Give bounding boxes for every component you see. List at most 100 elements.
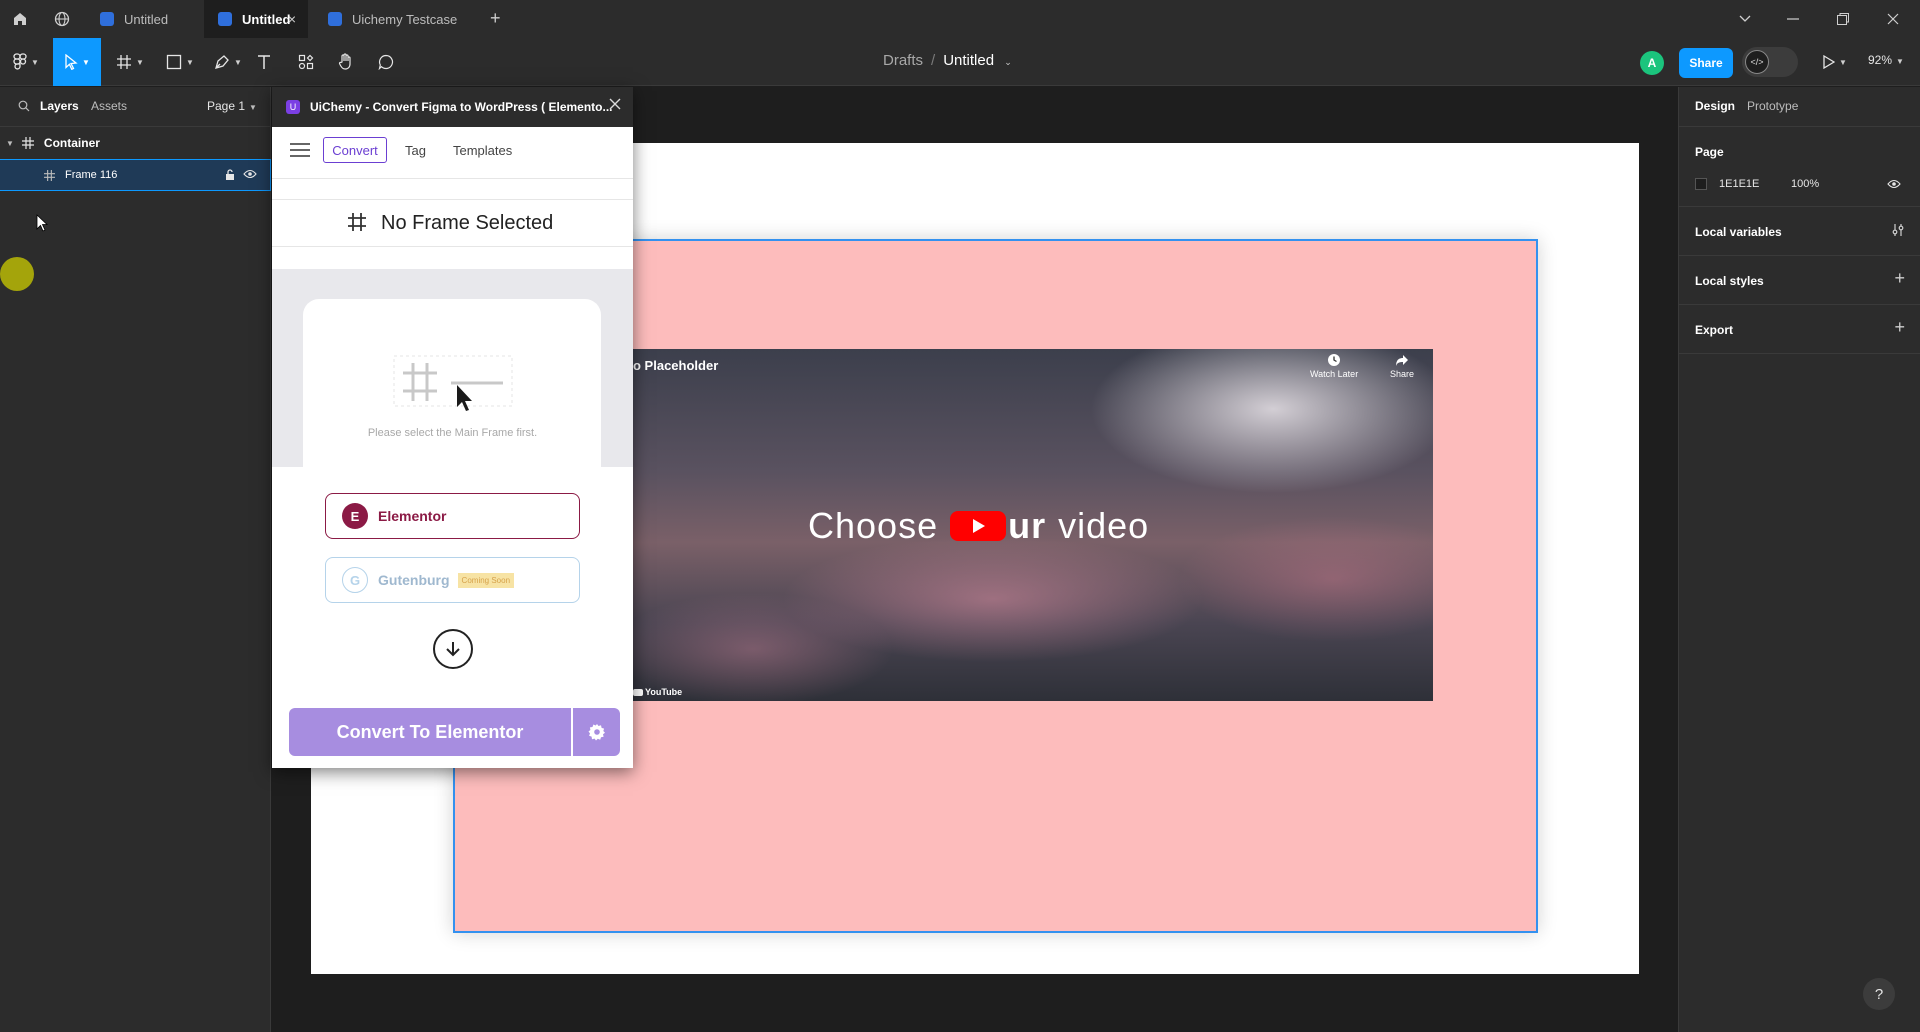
tab-label: Untitled [242, 11, 291, 27]
tab-uichemy-testcase[interactable]: Uichemy Testcase [314, 0, 484, 38]
left-panel-tabs: Layers Assets Page 1 ▼ [0, 87, 271, 127]
eye-icon[interactable] [243, 169, 257, 179]
youtube-video-embed[interactable]: o Placeholder Watch Later Share Choose u… [633, 349, 1433, 701]
new-tab-button[interactable]: + [490, 8, 501, 29]
tab-layers[interactable]: Layers [40, 99, 79, 113]
variables-icon[interactable] [1891, 223, 1905, 237]
local-variables-section[interactable]: Local variables [1679, 207, 1920, 256]
text-icon [258, 55, 270, 69]
tab-tag[interactable]: Tag [405, 143, 426, 158]
add-export-icon[interactable]: + [1894, 317, 1905, 338]
placeholder-text: Please select the Main Frame first. [367, 427, 538, 439]
gear-icon [588, 724, 605, 741]
page-color-swatch[interactable] [1695, 178, 1707, 190]
tab-templates[interactable]: Templates [453, 143, 512, 158]
globe-icon[interactable] [52, 9, 72, 29]
layer-name: Container [43, 136, 100, 150]
page-selector-label: Page 1 [207, 99, 246, 113]
tab-design[interactable]: Design [1695, 99, 1735, 113]
clock-icon [1328, 354, 1341, 366]
page-section: Page 1E1E1E 100% [1679, 127, 1920, 207]
chevron-down-icon[interactable]: ⌄ [1004, 57, 1012, 67]
pen-tool-button[interactable]: ▼ [208, 38, 248, 86]
coming-soon-badge: Coming Soon [457, 572, 515, 588]
frame-tool-button[interactable]: ▼ [110, 38, 150, 86]
frame-hash-icon [347, 212, 367, 232]
code-icon: </> [1745, 50, 1769, 74]
page-opacity-value[interactable]: 100% [1791, 178, 1819, 190]
plugin-settings-button[interactable] [573, 708, 620, 756]
headline-left: Choose [808, 505, 939, 546]
play-icon [1823, 55, 1836, 69]
hand-icon [338, 53, 351, 70]
convert-to-elementor-button[interactable]: Convert To Elementor [289, 708, 571, 756]
youtube-brand[interactable]: YouTube [633, 687, 682, 697]
share-label: Share [1390, 369, 1415, 379]
comment-icon [378, 54, 394, 70]
video-share-button[interactable]: Share [1390, 353, 1414, 379]
page-color-value[interactable]: 1E1E1E [1719, 178, 1759, 190]
hamburger-menu-icon[interactable] [290, 143, 310, 157]
youtube-brand-label: YouTube [645, 687, 683, 697]
expand-caret-icon[interactable]: ▼ [6, 139, 14, 148]
tab-convert[interactable]: Convert [323, 137, 387, 163]
shape-tool-button[interactable]: ▼ [160, 38, 200, 86]
page-selector[interactable]: Page 1 ▼ [207, 99, 257, 113]
scroll-down-button[interactable] [433, 629, 473, 669]
frame-icon [44, 169, 55, 181]
frame-status-text: No Frame Selected [381, 212, 554, 234]
local-styles-section[interactable]: Local styles + [1679, 256, 1920, 305]
add-style-icon[interactable]: + [1894, 268, 1905, 289]
gutenburg-button[interactable]: G Gutenburg Coming Soon [325, 557, 580, 603]
local-variables-label: Local variables [1695, 225, 1782, 239]
watch-later-label: Watch Later [1310, 369, 1359, 379]
frame-icon [117, 55, 132, 69]
home-icon[interactable] [10, 9, 30, 29]
watch-later-button[interactable]: Watch Later [1310, 353, 1358, 379]
main-menu-button[interactable]: ▼ [8, 38, 44, 86]
help-button[interactable]: ? [1863, 978, 1895, 1010]
title-bar: Untitled Untitled × Uichemy Testcase + [0, 0, 1920, 38]
video-headline: Choose ur video [808, 505, 1149, 547]
comment-tool-button[interactable] [374, 38, 398, 86]
elementor-button[interactable]: E Elementor [325, 493, 580, 539]
plugin-header: U UiChemy - Convert Figma to WordPress (… [272, 87, 633, 127]
breadcrumb-folder[interactable]: Drafts [883, 52, 923, 69]
tabs-dropdown-icon[interactable] [1722, 0, 1768, 38]
tab-untitled-active[interactable]: Untitled × [204, 0, 308, 38]
share-button[interactable]: Share [1679, 48, 1733, 78]
gutenburg-icon: G [342, 567, 368, 593]
layer-row-container[interactable]: ▼ Container [0, 127, 271, 159]
gutenburg-label: Gutenburg [378, 572, 450, 588]
hand-tool-button[interactable] [334, 38, 358, 86]
lock-icon[interactable] [225, 169, 235, 180]
close-tab-icon[interactable]: × [288, 11, 296, 27]
cursor-icon [65, 54, 78, 70]
file-name[interactable]: Untitled [943, 52, 994, 69]
youtube-play-icon [950, 511, 1007, 541]
resources-button[interactable] [294, 38, 318, 86]
minimize-icon[interactable] [1770, 0, 1816, 38]
zoom-dropdown[interactable]: 92% ▼ [1868, 53, 1904, 67]
close-plugin-icon[interactable] [609, 98, 621, 110]
avatar[interactable]: A [1640, 51, 1664, 75]
right-panel-tabs: Design Prototype [1679, 87, 1920, 127]
eye-icon[interactable] [1887, 179, 1901, 189]
tab-prototype[interactable]: Prototype [1747, 99, 1798, 113]
tab-assets[interactable]: Assets [91, 99, 127, 113]
search-icon[interactable] [18, 100, 30, 112]
youtube-logo-icon [633, 689, 643, 697]
tab-untitled-1[interactable]: Untitled [86, 0, 204, 38]
uichemy-plugin-window: U UiChemy - Convert Figma to WordPress (… [272, 87, 633, 768]
plugin-title: UiChemy - Convert Figma to WordPress ( E… [310, 100, 613, 114]
arrow-down-icon [446, 642, 460, 657]
restore-icon[interactable] [1820, 0, 1866, 38]
move-tool-button[interactable]: ▼ [53, 38, 101, 86]
layer-row-frame-116[interactable]: Frame 116 [0, 159, 271, 191]
close-window-icon[interactable] [1870, 0, 1916, 38]
toolbar: ▼ ▼ ▼ ▼ ▼ Drafts / Untitled ⌄ A Share </> … [0, 38, 1920, 86]
present-button[interactable]: ▼ [1818, 38, 1852, 86]
text-tool-button[interactable] [252, 38, 276, 86]
dev-mode-toggle[interactable]: </> [1742, 47, 1798, 77]
export-section[interactable]: Export + [1679, 305, 1920, 354]
